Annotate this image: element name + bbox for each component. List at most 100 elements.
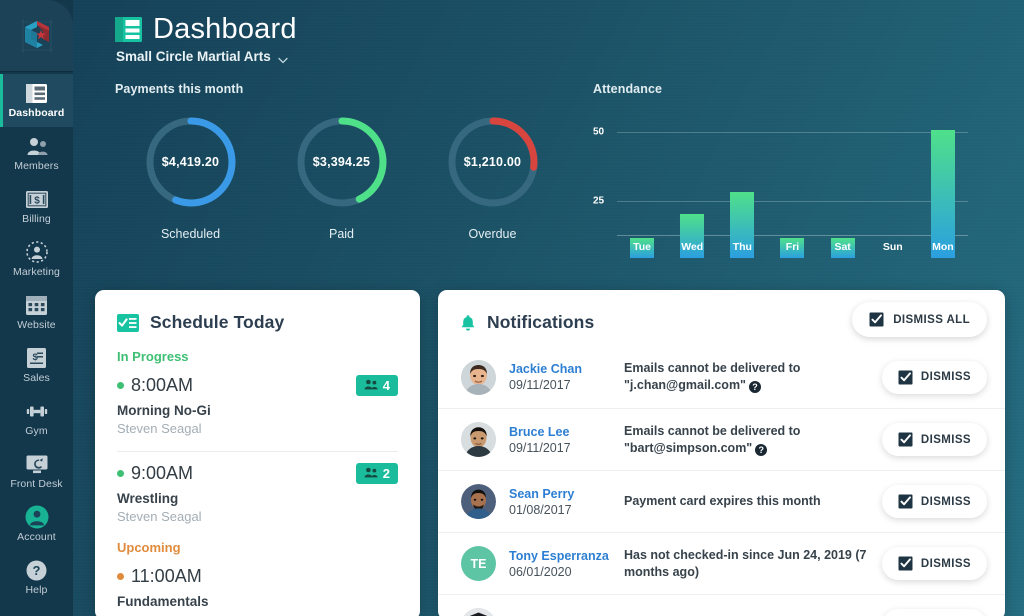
donut-value: $3,394.25 bbox=[312, 155, 371, 170]
schedule-item-time-row: 9:00AM bbox=[117, 463, 193, 484]
donut-label: Paid bbox=[328, 227, 355, 242]
checkbox-checked-icon bbox=[869, 312, 884, 327]
status-dot-icon bbox=[117, 573, 124, 580]
attendee-count: 2 bbox=[382, 466, 390, 481]
sales-icon: $ bbox=[27, 347, 46, 369]
dismiss-button[interactable]: DISMISS bbox=[881, 609, 987, 616]
schedule-title: Schedule Today bbox=[150, 312, 285, 332]
bar-slot bbox=[617, 131, 667, 259]
schedule-status-upcoming: Upcoming bbox=[117, 540, 181, 555]
panels-row: Schedule Today In Progress 8:00AM 4 Morn… bbox=[95, 290, 1024, 616]
sidebar-item-dashboard[interactable]: Dashboard bbox=[0, 74, 73, 127]
sidebar-item-members[interactable]: Members bbox=[0, 127, 73, 180]
checkbox-checked-icon bbox=[898, 494, 913, 509]
help-icon: ? bbox=[26, 559, 47, 581]
avatar[interactable] bbox=[461, 608, 496, 616]
attendee-badge[interactable]: 4 bbox=[355, 375, 398, 396]
notification-message-text: Emails cannot be delivered to "bart@simp… bbox=[624, 423, 801, 455]
bar-slot bbox=[868, 131, 918, 258]
marketing-icon bbox=[25, 241, 48, 263]
page-title: Dashboard bbox=[153, 13, 297, 45]
x-tick-label: Fri bbox=[785, 241, 800, 254]
attendance-title: Attendance bbox=[593, 82, 663, 97]
notification-date: 06/01/2020 bbox=[509, 564, 572, 579]
notification-row: Sean Perry 01/08/2017 Payment card expir… bbox=[438, 470, 1005, 532]
notification-date: 01/08/2017 bbox=[509, 502, 572, 517]
dismiss-button[interactable]: DISMISS bbox=[881, 547, 987, 580]
bar-slot bbox=[667, 131, 717, 259]
app-logo[interactable] bbox=[0, 0, 73, 72]
website-icon bbox=[26, 294, 47, 316]
sidebar-item-help[interactable]: ? Help bbox=[0, 551, 73, 604]
notification-message: Has not checked-in since Jun 24, 2019 (7… bbox=[624, 547, 867, 579]
dashboard-icon bbox=[115, 16, 142, 42]
donut-chart: $3,394.25 bbox=[294, 114, 390, 210]
billing-icon: $ bbox=[25, 188, 48, 210]
dismiss-label: DISMISS bbox=[920, 495, 971, 508]
notification-row: TE Tony Esperranza 06/01/2020 Has not ch… bbox=[438, 532, 1005, 594]
page-header: Dashboard Small Circle Martial Arts bbox=[73, 0, 1024, 64]
dashboard-icon bbox=[26, 82, 47, 104]
donut-label: Overdue bbox=[468, 227, 517, 242]
checklist-icon bbox=[117, 313, 139, 332]
avatar[interactable] bbox=[461, 359, 496, 395]
sidebar-item-website[interactable]: Website bbox=[0, 286, 73, 339]
schedule-item-time: 11:00AM bbox=[131, 566, 202, 586]
notification-name[interactable]: Tony Esperranza bbox=[509, 549, 624, 563]
group-icon bbox=[364, 378, 378, 393]
dismiss-button[interactable]: DISMISS bbox=[881, 360, 987, 394]
schedule-item[interactable]: 9:00AM 2 Wrestling Steven Seagal bbox=[117, 451, 398, 524]
checkbox-checked-icon bbox=[898, 556, 913, 571]
dismiss-all-button[interactable]: DISMISS ALL bbox=[852, 302, 987, 337]
dismiss-button[interactable]: DISMISS bbox=[881, 423, 987, 456]
schedule-item-coach: Steven Seagal bbox=[117, 421, 202, 436]
donut-value: $4,419.20 bbox=[161, 155, 220, 170]
sidebar-item-label: Help bbox=[25, 584, 48, 596]
bar-slot bbox=[767, 131, 817, 259]
schedule-item-time-row: 11:00AM bbox=[117, 566, 202, 587]
chevron-down-icon[interactable] bbox=[278, 52, 288, 64]
sidebar-item-account[interactable]: Account bbox=[0, 498, 73, 551]
notification-message: Emails cannot be delivered to "bart@simp… bbox=[624, 423, 882, 457]
upper-section: Payments this month $4,419.20 Scheduled bbox=[73, 64, 1024, 259]
schedule-item-time: 9:00AM bbox=[131, 463, 194, 483]
notification-date: 09/11/2017 bbox=[509, 378, 571, 392]
status-dot-icon bbox=[117, 470, 124, 477]
donut-row: $4,419.20 Scheduled $3,394.25 Paid $1,21… bbox=[115, 114, 573, 241]
schedule-item[interactable]: 11:00AM Fundamentals bbox=[117, 555, 398, 609]
sidebar-item-billing[interactable]: $ Billing bbox=[0, 180, 73, 233]
dismiss-button[interactable]: DISMISS bbox=[881, 485, 987, 518]
sidebar-item-marketing[interactable]: Marketing bbox=[0, 233, 73, 286]
help-icon[interactable]: ? bbox=[749, 381, 761, 394]
status-dot-icon bbox=[117, 382, 124, 389]
bar-slot bbox=[717, 131, 767, 259]
attendee-badge[interactable]: 2 bbox=[355, 463, 398, 484]
notification-name[interactable]: Sean Perry bbox=[509, 487, 624, 501]
donut-chart: $1,210.00 bbox=[445, 114, 541, 210]
attendance-bar-chart: 50 25 Tue Wed Thu Fri Sat Sun Mon bbox=[593, 108, 968, 259]
org-selector[interactable]: Small Circle Martial Arts bbox=[116, 49, 1024, 64]
notification-name[interactable]: Jackie Chan bbox=[509, 362, 624, 376]
y-tick-label: 25 bbox=[593, 195, 605, 207]
sidebar-item-sales[interactable]: $ Sales bbox=[0, 339, 73, 392]
schedule-item-top: 11:00AM bbox=[117, 566, 398, 587]
donut-chart: $4,419.20 bbox=[143, 114, 239, 210]
x-tick-label: Thu bbox=[732, 241, 752, 254]
donut-scheduled: $4,419.20 Scheduled bbox=[115, 114, 266, 241]
x-tick-label: Mon bbox=[932, 241, 954, 254]
sidebar-item-gym[interactable]: Gym bbox=[0, 392, 73, 445]
schedule-item-name: Morning No-Gi bbox=[117, 403, 211, 418]
sidebar: Dashboard Members $ Billing Marketing We… bbox=[0, 0, 73, 616]
avatar[interactable] bbox=[461, 484, 496, 519]
notification-message: Emails cannot be delivered to "j.chan@gm… bbox=[624, 360, 882, 394]
sidebar-item-front-desk[interactable]: Front Desk bbox=[0, 445, 73, 498]
avatar[interactable] bbox=[461, 422, 496, 457]
schedule-item[interactable]: 8:00AM 4 Morning No-Gi Steven Seagal bbox=[117, 364, 398, 436]
notification-message-text: Emails cannot be delivered to "j.chan@gm… bbox=[624, 361, 801, 392]
notification-name[interactable]: Bruce Lee bbox=[509, 425, 624, 439]
sidebar-item-label: Front Desk bbox=[10, 478, 63, 490]
org-name: Small Circle Martial Arts bbox=[116, 49, 271, 65]
avatar[interactable]: TE bbox=[461, 546, 496, 581]
schedule-header: Schedule Today bbox=[95, 290, 420, 333]
help-icon[interactable]: ? bbox=[755, 443, 768, 456]
